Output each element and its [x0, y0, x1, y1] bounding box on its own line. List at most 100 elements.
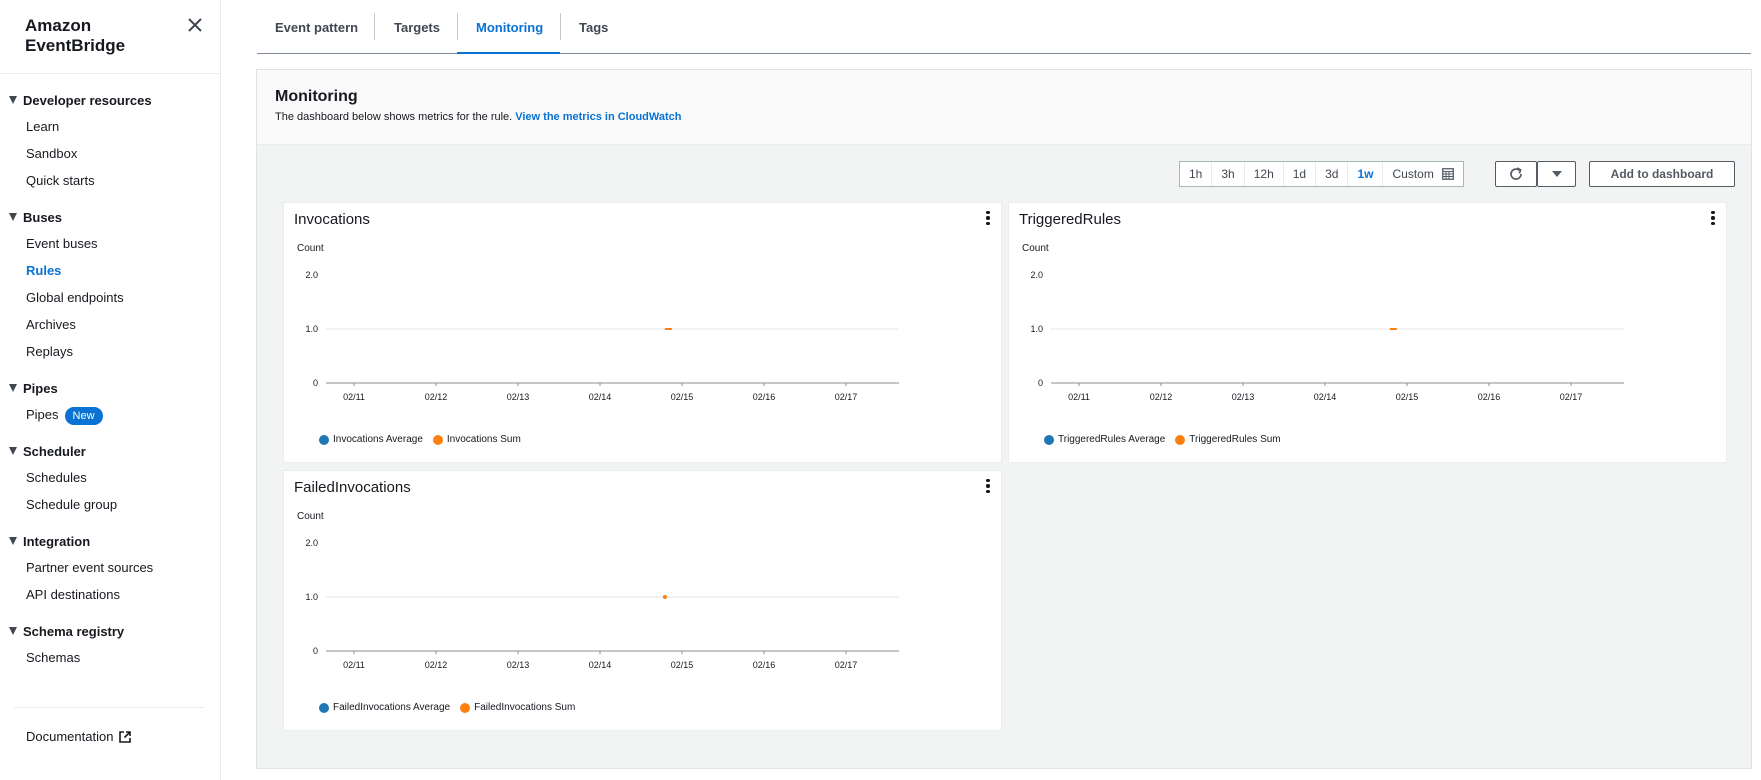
sidebar-item-quick-starts[interactable]: Quick starts — [0, 171, 221, 191]
triggeredrules-chart: 0 1.0 2.0 02/11 02/12 02/13 02/14 02/15 02/16 02/… — [1030, 270, 1624, 402]
y-tick-label: 1.0 — [1030, 324, 1043, 334]
caret-down-icon — [9, 627, 17, 635]
legend-swatch — [319, 434, 329, 445]
divider — [14, 707, 204, 708]
sidebar-item-api-destinations[interactable]: API destinations — [0, 585, 221, 605]
legend-item-average[interactable]: FailedInvocations Average — [319, 702, 450, 713]
x-tick-label: 02/14 — [1314, 392, 1337, 402]
documentation-link[interactable]: Documentation — [26, 729, 132, 744]
legend-item-average[interactable]: TriggeredRules Average — [1044, 434, 1165, 445]
range-12h[interactable]: 12h — [1245, 162, 1283, 186]
active-tab-indicator — [457, 52, 560, 54]
section-pipes[interactable]: Pipes — [0, 378, 221, 398]
sidebar-item-learn[interactable]: Learn — [0, 117, 221, 137]
caret-down-icon — [9, 96, 17, 104]
legend-label: TriggeredRules Sum — [1189, 434, 1281, 445]
section-title: Scheduler — [23, 443, 86, 459]
range-custom[interactable]: Custom — [1383, 162, 1462, 186]
x-tick-label: 02/14 — [589, 660, 612, 670]
section-developer-resources[interactable]: Developer resources — [0, 90, 221, 110]
tab-event-pattern[interactable]: Event pattern — [275, 0, 358, 53]
sidebar-item-rules[interactable]: Rules — [0, 261, 221, 281]
triggeredrules-widget: TriggeredRules Count 0 1.0 2.0 02/11 02/12 02… — [1008, 202, 1727, 463]
sidebar-item-partner-event-sources[interactable]: Partner event sources — [0, 558, 221, 578]
y-axis-label: Count — [1022, 243, 1049, 254]
legend-label: FailedInvocations Sum — [474, 702, 576, 713]
failedinvocations-widget: FailedInvocations Count 0 1.0 2.0 02/11 02/1… — [283, 470, 1002, 731]
panel-header: Monitoring The dashboard below shows met… — [257, 70, 1751, 145]
legend-swatch — [460, 702, 471, 713]
y-axis-label: Count — [297, 511, 324, 522]
sidebar-item-archives[interactable]: Archives — [0, 315, 221, 335]
panel-description: The dashboard below shows metrics for th… — [275, 111, 682, 123]
range-3h[interactable]: 3h — [1212, 162, 1243, 186]
app-title[interactable]: Amazon EventBridge — [25, 16, 165, 56]
invocations-chart: 0 1.0 2.0 02/11 02/12 02/13 02/14 02/15 02/16 02/… — [305, 270, 899, 402]
divider — [0, 73, 220, 74]
x-tick-label: 02/11 — [1068, 392, 1090, 402]
sidebar-item-schemas[interactable]: Schemas — [0, 648, 221, 668]
section-title: Schema registry — [23, 623, 125, 639]
chart-legend: Invocations Average Invocations Sum — [319, 434, 531, 445]
sidebar-item-pipes[interactable]: Pipes New — [0, 405, 221, 425]
add-to-dashboard-button[interactable]: Add to dashboard — [1589, 161, 1735, 187]
y-tick-label: 2.0 — [305, 270, 318, 280]
tab-bar: Event pattern Targets Monitoring Tags — [257, 0, 1751, 54]
range-1w[interactable]: 1w — [1348, 162, 1382, 186]
sidebar-item-schedule-group[interactable]: Schedule group — [0, 495, 221, 515]
y-tick-label: 0 — [313, 378, 318, 388]
legend-item-average[interactable]: Invocations Average — [319, 434, 423, 445]
section-integration[interactable]: Integration — [0, 531, 221, 551]
widget-actions-icon[interactable] — [1710, 211, 1716, 227]
invocations-widget: Invocations Count 0 1.0 2.0 02/11 02/12 02/13… — [283, 202, 1002, 463]
cloudwatch-link[interactable]: View the metrics in CloudWatch — [515, 111, 681, 123]
refresh-button[interactable] — [1495, 161, 1537, 187]
documentation-label: Documentation — [26, 729, 114, 744]
tab-separator — [560, 13, 561, 40]
section-buses[interactable]: Buses — [0, 207, 221, 227]
tab-monitoring[interactable]: Monitoring — [476, 0, 543, 53]
sidebar-item-sandbox[interactable]: Sandbox — [0, 144, 221, 164]
legend-swatch — [1044, 434, 1054, 445]
new-badge: New — [64, 406, 103, 425]
sidebar-item-event-buses[interactable]: Event buses — [0, 234, 221, 254]
widget-actions-icon[interactable] — [985, 211, 991, 227]
x-tick-label: 02/13 — [507, 392, 530, 402]
x-tick-label: 02/16 — [1478, 392, 1501, 402]
calendar-icon — [1441, 168, 1454, 180]
time-range-selector: 1h 3h 12h 1d 3d 1w Custom — [1179, 161, 1464, 187]
close-icon[interactable] — [186, 16, 204, 34]
failedinvocations-chart: 0 1.0 2.0 02/11 02/12 02/13 02/14 02/15 02/16 02/… — [305, 538, 899, 670]
legend-item-sum[interactable]: Invocations Sum — [432, 434, 521, 445]
sidebar-item-global-endpoints[interactable]: Global endpoints — [0, 288, 221, 308]
refresh-options-dropdown[interactable] — [1537, 161, 1576, 187]
legend-label: Invocations Average — [333, 434, 423, 445]
widget-actions-icon[interactable] — [985, 479, 991, 495]
tab-tags[interactable]: Tags — [579, 0, 608, 53]
legend-label: TriggeredRules Average — [1058, 434, 1166, 445]
range-3d[interactable]: 3d — [1316, 162, 1347, 186]
legend-item-sum[interactable]: TriggeredRules Sum — [1175, 434, 1281, 445]
y-tick-label: 2.0 — [1030, 270, 1043, 280]
add-to-dashboard-label: Add to dashboard — [1610, 167, 1714, 181]
x-tick-label: 02/16 — [753, 392, 776, 402]
legend-label: Invocations Sum — [446, 434, 521, 445]
sidebar-item-replays[interactable]: Replays — [0, 342, 221, 362]
sidebar-item-schedules[interactable]: Schedules — [0, 468, 221, 488]
caret-down-icon — [9, 384, 17, 392]
description-text: The dashboard below shows metrics for th… — [275, 111, 513, 123]
legend-item-sum[interactable]: FailedInvocations Sum — [460, 702, 575, 713]
x-tick-label: 02/17 — [835, 660, 858, 670]
range-1h[interactable]: 1h — [1180, 162, 1211, 186]
tab-separator — [457, 13, 458, 40]
section-scheduler[interactable]: Scheduler — [0, 441, 221, 461]
y-tick-label: 1.0 — [305, 592, 318, 602]
section-schema-registry[interactable]: Schema registry — [0, 621, 221, 641]
panel-title: Monitoring — [275, 88, 358, 105]
x-tick-label: 02/15 — [671, 660, 694, 670]
range-1d[interactable]: 1d — [1284, 162, 1315, 186]
x-tick-label: 02/14 — [589, 392, 612, 402]
tab-targets[interactable]: Targets — [394, 0, 440, 53]
legend-swatch — [1175, 434, 1186, 445]
x-tick-label: 02/13 — [1232, 392, 1255, 402]
